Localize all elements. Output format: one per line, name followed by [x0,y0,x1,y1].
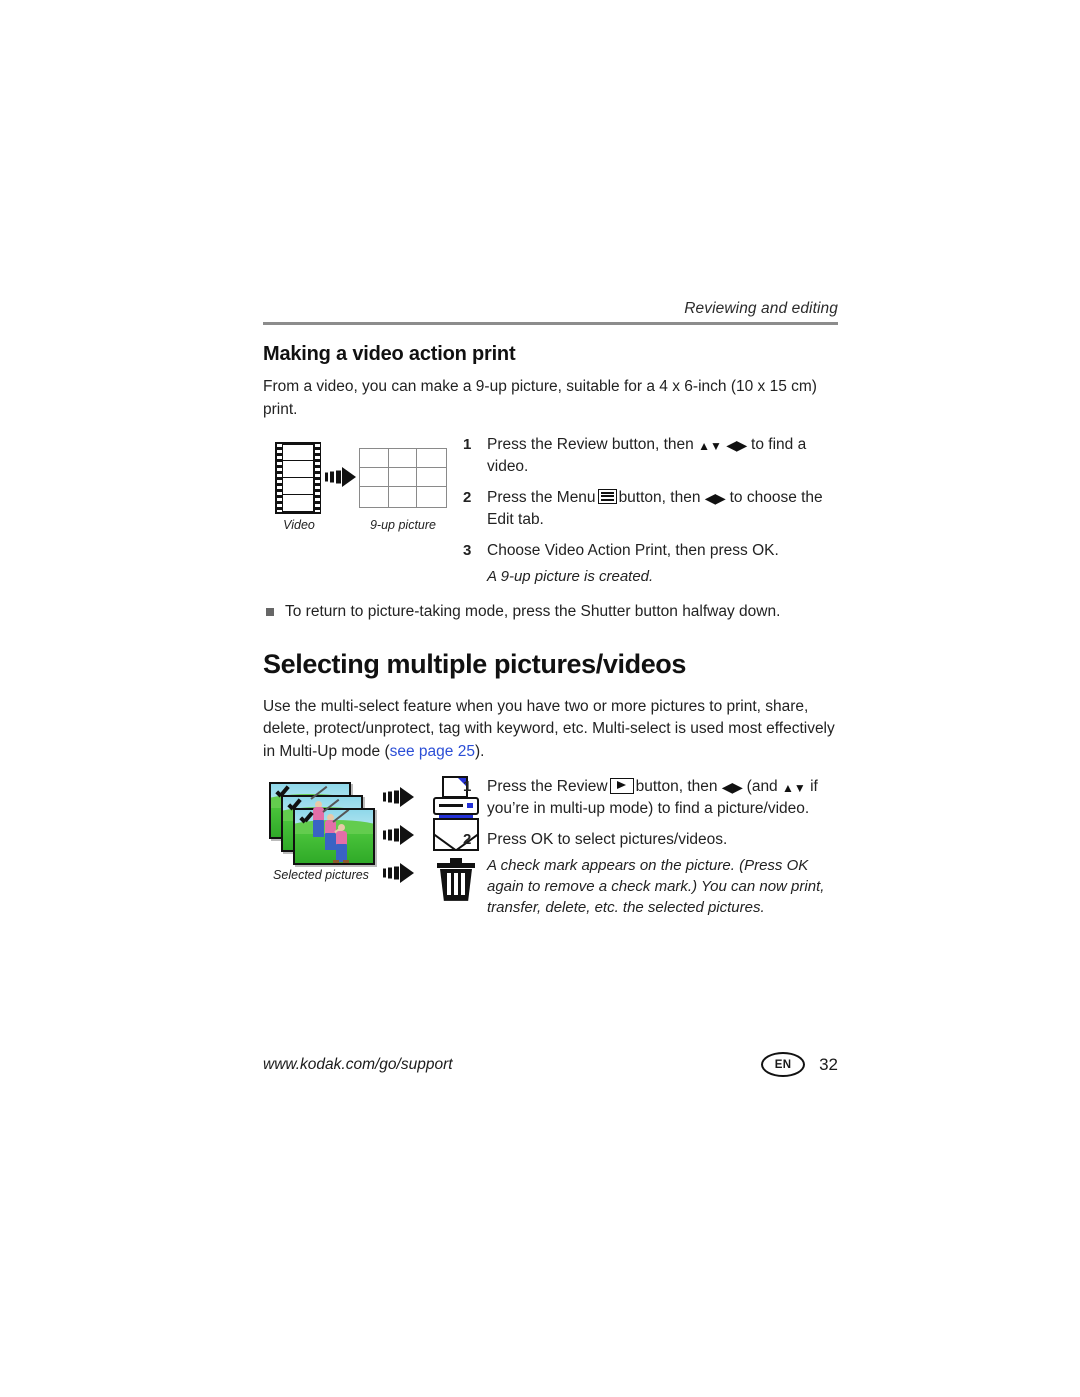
figure-caption-nineup: 9-up picture [369,517,436,532]
section-intro-multiselect: Use the multi-select feature when you ha… [263,696,838,764]
step-text: Press the Review [487,777,608,795]
section-intro-video-print: From a video, you can make a 9-up pictur… [263,378,817,418]
left-right-arrows-glyph: ◀▶ [721,778,743,795]
figure-caption-video: Video [283,517,315,532]
step-item: Press the Review button, then ◀▶ (and ▲▼ … [463,776,838,820]
check-mark-icon [287,799,301,813]
page-number: 32 [819,1054,838,1074]
footer-right-group: EN 32 [761,1052,838,1077]
intro-text-part1: Use the multi-select feature when you ha… [263,697,835,761]
step-note: A check mark appears on the picture. (Pr… [487,856,825,916]
check-mark-icon [275,786,289,800]
step-item: Press OK to select pictures/videos. A ch… [463,829,838,918]
bullet-text: To return to picture-taking mode, press … [285,602,781,620]
step-note: A 9-up picture is created. [487,567,654,585]
film-strip-icon [275,441,321,514]
step-text-paren: (and [746,777,778,795]
square-bullet-icon [266,607,274,616]
menu-icon [597,488,617,504]
up-down-arrows-glyph: ▲▼ [698,438,722,453]
language-badge: EN [761,1052,806,1077]
step-item: Press the Review button, then ▲▼ ◀▶ to f… [463,434,838,478]
nine-up-grid-icon [359,447,447,508]
up-down-arrows-glyph: ▲▼ [782,780,806,795]
step-text: Choose Video Action Print, then press OK… [487,541,779,559]
document-page: Reviewing and editing Making a video act… [0,0,1080,1397]
bullet-item-return-to-capture: To return to picture-taking mode, press … [263,601,838,623]
step-text-mid: button, then [618,488,701,506]
intro-text-part2: ). [474,743,485,761]
step-text: Press the Review button, then [487,435,694,453]
page-footer: www.kodak.com/go/support EN 32 [263,1052,838,1077]
figure-and-steps-video-print: Video 9-up picture Press the Review butt… [263,434,838,587]
section-heading-video-print: Making a video action print [263,343,516,365]
motion-arrow-icon [383,786,423,808]
step-text: Press the Menu [487,488,596,506]
step-text: Press OK to select pictures/videos. [487,830,728,848]
support-url[interactable]: www.kodak.com/go/support [263,1056,453,1074]
figure-and-steps-multiselect: Selected pictures Press the Review butto… [263,775,838,918]
check-mark-icon [299,812,313,826]
figure-video-to-nineup: Video 9-up picture [263,434,463,539]
running-header: Reviewing and editing [684,300,838,317]
review-play-icon [609,777,634,794]
motion-arrow-icon [383,862,423,884]
figure-caption-selected-pictures: Selected pictures [273,867,369,882]
motion-arrow-icon [383,824,423,846]
header-rule [263,322,838,325]
figure-selected-pictures: Selected pictures [263,775,479,901]
cross-reference-link[interactable]: see page 25 [390,743,475,760]
step-item: Press the Menu button, then ◀▶ to choose … [463,487,838,531]
steps-video-print: Press the Review button, then ▲▼ ◀▶ to f… [463,434,838,587]
step-text-mid: button, then [635,777,718,795]
steps-multiselect: Press the Review button, then ◀▶ (and ▲▼ … [463,776,838,918]
left-right-arrows-glyph: ◀▶ [726,436,747,453]
section-heading-multiselect: Selecting multiple pictures/videos [263,648,687,679]
step-item: Choose Video Action Print, then press OK… [463,540,838,587]
page-content: Reviewing and editing Making a video act… [263,300,838,927]
left-right-arrows-glyph: ◀▶ [704,489,726,506]
